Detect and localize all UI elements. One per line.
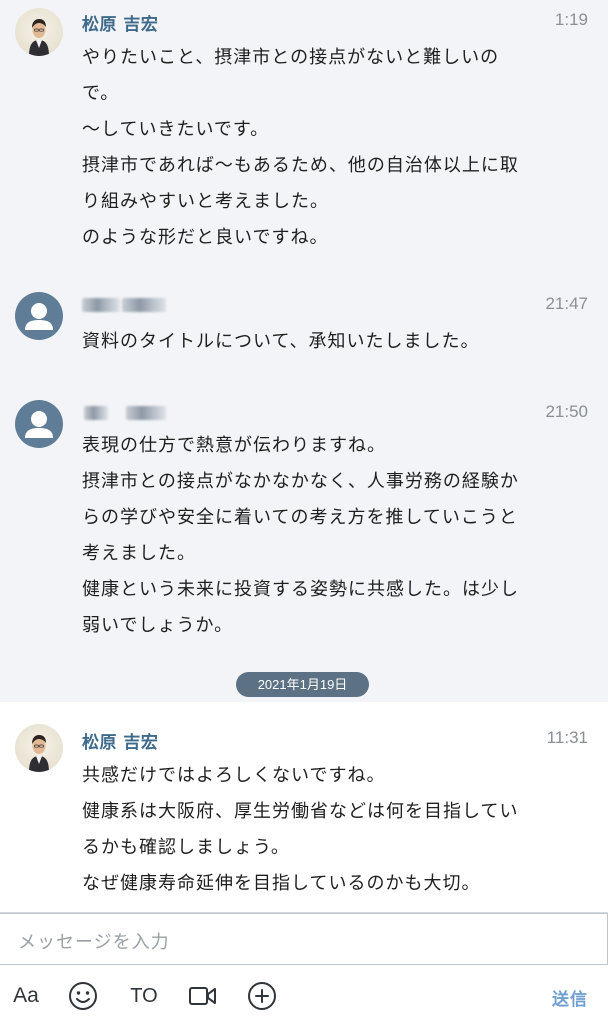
avatar[interactable] bbox=[15, 400, 63, 448]
person-photo-icon bbox=[29, 19, 49, 56]
message-body: 表現の仕方で熱意が伝わりますね。 摂津市との接点がなかなかなく、人事労務の経験か… bbox=[82, 428, 582, 644]
message-line: 弱いでしょうか。 bbox=[82, 615, 234, 636]
message-line: 摂津市であれば〜もあるため、他の自治体以上に取 bbox=[82, 155, 519, 176]
message-line: 健康という未来に投資する姿勢に共感した。は少し bbox=[82, 579, 519, 600]
default-user-icon bbox=[25, 303, 53, 330]
message-time: 1:19 bbox=[554, 10, 588, 29]
to-button[interactable]: TO bbox=[126, 981, 162, 1011]
message-line: 共感だけではよろしくないですね。 bbox=[82, 765, 386, 786]
avatar[interactable] bbox=[15, 292, 63, 340]
message-line: 健康系は大阪府、厚生労働省などは何を目指してい bbox=[82, 801, 519, 822]
message-body: やりたいこと、摂津市との接点がないと難しいの で。 〜していきたいです。 摂津市… bbox=[82, 40, 582, 256]
video-icon[interactable] bbox=[186, 981, 220, 1011]
sender-name[interactable]: 松原 吉宏 bbox=[82, 10, 158, 35]
message-time: 11:31 bbox=[546, 728, 588, 747]
message-line: 〜していきたいです。 bbox=[82, 119, 270, 140]
date-divider: 2021年1月19日 bbox=[236, 672, 369, 697]
person-photo-icon bbox=[29, 735, 49, 772]
message-line: らの学びや安全に着いての考え方を推していこうと bbox=[82, 507, 518, 528]
chat-timeline[interactable]: 松原 吉宏 1:19 やりたいこと、摂津市との接点がないと難しいの で。 〜して… bbox=[0, 0, 608, 912]
message-line: り組みやすいと考えました。 bbox=[82, 191, 329, 212]
plus-circle-icon[interactable] bbox=[246, 981, 278, 1011]
message-line: 考えました。 bbox=[82, 543, 196, 564]
sender-name[interactable]: 松原 吉宏 bbox=[82, 728, 158, 753]
default-user-icon bbox=[25, 411, 53, 438]
sender-name-redacted[interactable] bbox=[82, 294, 172, 314]
message-body: 資料のタイトルについて、承知いたしました。 bbox=[82, 324, 582, 360]
text-format-button[interactable]: Aa bbox=[10, 981, 42, 1011]
message-line: やりたいこと、摂津市との接点がないと難しいの bbox=[82, 47, 500, 68]
sender-name-redacted[interactable] bbox=[82, 402, 172, 422]
message-composer: メッセージを入力 Aa TO 送信 bbox=[0, 912, 608, 1024]
message-line: のような形だと良いですね。 bbox=[82, 227, 329, 248]
avatar[interactable] bbox=[15, 724, 63, 772]
send-button[interactable]: 送信 bbox=[552, 985, 588, 1010]
message-line: で。 bbox=[82, 83, 120, 104]
avatar[interactable] bbox=[15, 8, 63, 56]
composer-toolbar: Aa TO 送信 bbox=[0, 965, 608, 1024]
message-line: なぜ健康寿命延伸を目指しているのかも大切。 bbox=[82, 873, 481, 894]
message-time: 21:50 bbox=[545, 402, 588, 421]
message-line: 表現の仕方で熱意が伝わりますね。 bbox=[82, 435, 386, 456]
message-line: 摂津市との接点がなかなかなく、人事労務の経験か bbox=[82, 471, 519, 492]
message-body: 共感だけではよろしくないですね。 健康系は大阪府、厚生労働省などは何を目指してい… bbox=[82, 758, 582, 902]
message-line: 資料のタイトルについて、承知いたしました。 bbox=[82, 331, 480, 352]
message-input[interactable]: メッセージを入力 bbox=[0, 913, 608, 965]
message-time: 21:47 bbox=[545, 294, 588, 313]
message-line: るかも確認しましょう。 bbox=[82, 837, 290, 858]
smiley-icon[interactable] bbox=[67, 981, 99, 1011]
